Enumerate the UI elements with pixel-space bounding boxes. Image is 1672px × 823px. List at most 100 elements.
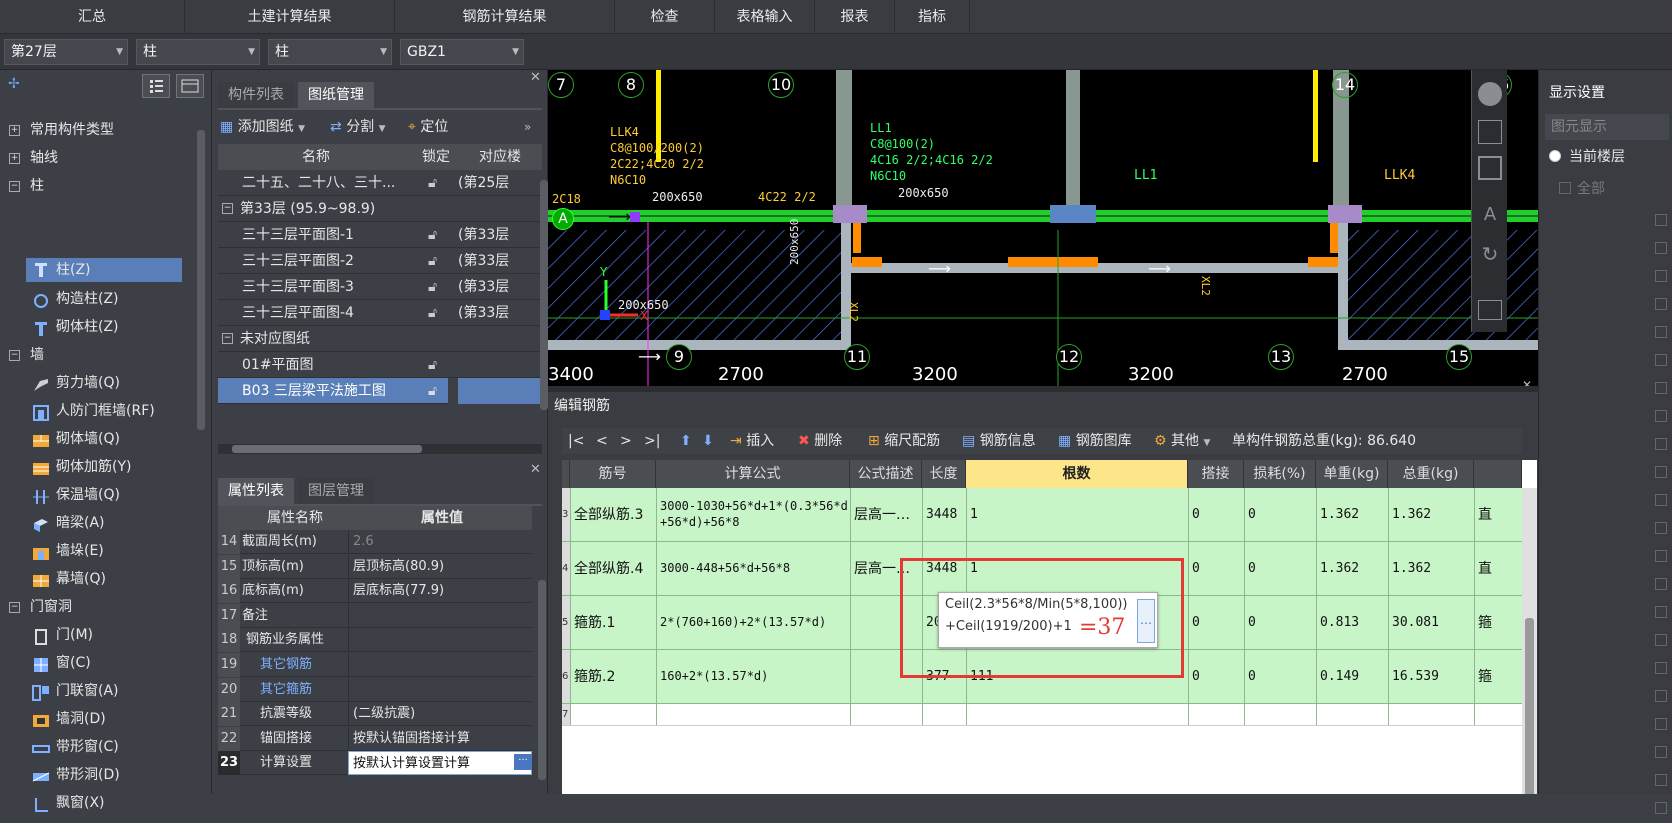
tree-item-masonry-column[interactable]: 砌体柱(Z) [26, 313, 226, 341]
tree-item-shear-wall[interactable]: 剪力墙(Q) [26, 369, 226, 397]
tree-item-masonry-rebar[interactable]: 砌体加筋(Y) [26, 453, 226, 481]
floor-plan-drawing[interactable]: ⟶ ⟶ ⟶ ⟶ Y X [548, 70, 1538, 392]
layer-checkbox[interactable] [1655, 298, 1667, 310]
axis-bubble[interactable]: 12 [1056, 344, 1082, 370]
property-row[interactable]: 19 其它钢筋 [218, 653, 532, 677]
rebar-cell-desc[interactable] [854, 704, 920, 725]
drawing-row[interactable]: 二十五、二十八、三十... 🔓︎ (第25层 [218, 170, 542, 196]
rebar-cell-unit[interactable]: 0.813 [1320, 596, 1386, 649]
rebar-cell-total[interactable] [1392, 704, 1472, 725]
axis-bubble[interactable]: 14 [1332, 72, 1358, 98]
close-icon[interactable]: ✕ [530, 462, 541, 477]
splitter[interactable] [548, 386, 1538, 392]
rebar-row[interactable]: 3 全部纵筋.3 3000-1030+56*d+1*(0.3*56*d +56*d)+… [562, 488, 1537, 542]
header-lock[interactable]: 锁定 [416, 144, 456, 170]
axis-bubble[interactable]: 7 [548, 72, 574, 98]
tree-group-column[interactable]: − 柱 [0, 172, 200, 200]
column-header[interactable]: 公式描述 [850, 460, 922, 488]
rebar-cell-shape[interactable]: 箍 [1478, 650, 1518, 703]
rebar-cell-unit[interactable]: 0.149 [1320, 650, 1386, 703]
rebar-cell-name[interactable]: 箍筋.1 [574, 596, 654, 649]
rebar-cell-count[interactable] [970, 704, 1186, 725]
property-value[interactable]: 按默认锚固搭接计算 [348, 726, 532, 751]
lock-icon[interactable]: 🔓︎ [428, 222, 437, 247]
layer-checkbox[interactable] [1655, 522, 1667, 534]
layer-checkbox[interactable] [1655, 438, 1667, 450]
tree-item-column-z[interactable]: 柱(Z) [26, 258, 182, 282]
axis-bubble[interactable]: 11 [844, 344, 870, 370]
column-header[interactable]: 总重(kg) [1388, 460, 1474, 488]
layer-checkbox[interactable] [1655, 662, 1667, 674]
axis-bubble[interactable]: 9 [666, 344, 692, 370]
rebar-cell-shape[interactable]: 直 [1478, 542, 1518, 595]
layer-checkbox[interactable] [1655, 382, 1667, 394]
property-row[interactable]: 16 底标高(m) 层底标高(77.9) [218, 579, 532, 604]
orbit-icon[interactable] [1478, 82, 1502, 106]
rebar-cell-lap[interactable] [1192, 704, 1242, 725]
collapse-icon[interactable]: − [222, 203, 233, 214]
rebar-cell-lap[interactable]: 0 [1192, 488, 1242, 541]
property-value[interactable]: 2.6 [348, 530, 532, 554]
drawing-row[interactable]: 三十三层平面图-3 🔓︎ (第33层 [218, 274, 542, 300]
column-header[interactable]: 计算公式 [656, 460, 850, 488]
vertical-scrollbar[interactable] [540, 180, 548, 410]
axis-bubble[interactable]: 13 [1268, 344, 1294, 370]
table-scrollbar[interactable] [1522, 488, 1537, 794]
rebar-cell-formula1[interactable]: 160+2*(13.57*d) [660, 650, 848, 703]
layer-checkbox[interactable] [1655, 242, 1667, 254]
menu-summary[interactable]: 汇总 [0, 0, 185, 34]
first-row-button[interactable]: |< [568, 428, 584, 454]
horizontal-scrollbar[interactable] [218, 444, 542, 454]
drawing-row[interactable]: 三十三层平面图-4 🔓︎ (第33层 [218, 300, 542, 326]
rebar-cell-len[interactable]: 3448 [926, 488, 964, 541]
axis-a-icon[interactable]: A [1478, 204, 1502, 228]
grid-view-icon[interactable] [176, 74, 204, 98]
tab-properties[interactable]: 属性列表 [218, 478, 294, 504]
drawing-group-row[interactable]: − 未对应图纸 [218, 326, 542, 352]
rebar-cell-total[interactable]: 16.539 [1392, 650, 1472, 703]
component-select[interactable]: GBZ1 ▼ [400, 39, 524, 65]
rebar-cell-formula1[interactable]: 3000-448+56*d+56*8 [660, 542, 848, 595]
expand-icon[interactable]: + [9, 153, 20, 164]
drawing-row[interactable]: 01#平面图 🔓︎ [218, 352, 542, 378]
rebar-cell-name[interactable]: 箍筋.2 [574, 650, 654, 703]
drawing-row-selected[interactable]: B03 三层梁平法施工图 🔓︎ [218, 378, 448, 404]
rebar-cell-name[interactable]: 全部纵筋.3 [574, 488, 654, 541]
tab-drawing-management[interactable]: 图纸管理 [298, 82, 374, 108]
axis-bubble-a[interactable]: A [552, 208, 574, 230]
rebar-cell-formula1[interactable]: 3000-1030+56*d+1*(0.3*56*d +56*d)+56*8 [660, 488, 848, 541]
rebar-row[interactable]: 7 [562, 704, 1537, 726]
lock-icon[interactable]: 🔓︎ [428, 300, 437, 325]
locate-button[interactable]: ⌖ 定位 [408, 114, 448, 140]
ellipsis-button[interactable]: ··· [514, 754, 532, 771]
rebar-cell-total[interactable]: 30.081 [1392, 596, 1472, 649]
layer-checkbox[interactable] [1655, 214, 1667, 226]
drawing-row[interactable]: 三十三层平面图-1 🔓︎ (第33层 [218, 222, 542, 248]
cad-drawing-canvas[interactable]: ⟶ ⟶ ⟶ ⟶ Y X 78101416 911121315 LLK4 C8@1… [548, 70, 1538, 392]
rebar-cell-formula1[interactable] [660, 704, 848, 725]
tab-element-display[interactable]: 图元显示 [1545, 114, 1669, 140]
more-icon[interactable]: » [524, 114, 531, 140]
layer-checkbox[interactable] [1655, 746, 1667, 758]
menu-table-input[interactable]: 表格输入 [715, 0, 815, 34]
rebar-cell-name[interactable]: 全部纵筋.4 [574, 542, 654, 595]
rebar-cell-lap[interactable]: 0 [1192, 596, 1242, 649]
property-row[interactable]: 22 锚固搭接 按默认锚固搭接计算 [218, 726, 532, 751]
column-header[interactable]: 损耗(%) [1244, 460, 1316, 488]
rebar-cell-loss[interactable]: 0 [1248, 650, 1314, 703]
rebar-cell-loss[interactable]: 0 [1248, 488, 1314, 541]
layer-checkbox[interactable] [1655, 410, 1667, 422]
drawing-group-row[interactable]: − 第33层 (95.9~98.9) [218, 196, 542, 222]
prev-row-button[interactable]: < [596, 428, 608, 454]
property-value[interactable]: 按默认计算设置计算 [348, 751, 532, 776]
column-header[interactable]: 搭接 [1188, 460, 1244, 488]
row-number[interactable]: 4 [562, 542, 570, 595]
axis-bubble[interactable]: 10 [768, 72, 794, 98]
fit-view-icon[interactable] [1478, 300, 1502, 320]
property-value[interactable] [348, 653, 532, 677]
radio-current-floor[interactable] [1549, 150, 1561, 162]
expand-icon[interactable]: + [9, 125, 20, 136]
other-button[interactable]: ⚙ 其他 ▼ [1154, 428, 1210, 456]
row-number[interactable]: 7 [562, 704, 570, 725]
tree-item-strip-opening[interactable]: 带形洞(D) [26, 761, 226, 789]
